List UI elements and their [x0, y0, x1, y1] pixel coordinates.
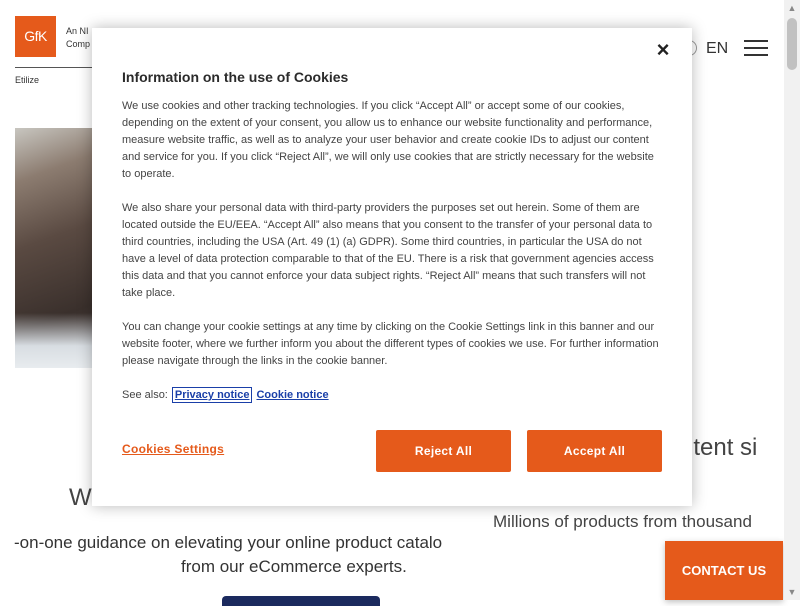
scrollbar-thumb[interactable] [787, 18, 797, 70]
vertical-scrollbar[interactable]: ▲ ▼ [784, 0, 800, 600]
logo-tagline: An NI Comp [66, 25, 90, 51]
language-selector[interactable]: EN [706, 40, 728, 58]
accept-all-button[interactable]: Accept All [527, 430, 662, 472]
menu-bar [744, 40, 768, 42]
cookie-dialog-body: We use cookies and other tracking techno… [122, 98, 664, 387]
cookie-dialog-title: Information on the use of Cookies [122, 69, 349, 85]
cookie-consent-dialog: × Information on the use of Cookies We u… [92, 28, 692, 506]
cookie-notice-link[interactable]: Cookie notice [256, 389, 328, 401]
close-icon[interactable]: × [653, 39, 673, 61]
see-also-label: See also: [122, 389, 168, 401]
cta-button[interactable] [222, 596, 380, 606]
menu-bar [744, 47, 768, 49]
guidance-text-line1: -on-one guidance on elevating your onlin… [14, 533, 443, 552]
privacy-notice-link[interactable]: Privacy notice [171, 387, 253, 403]
logo-tagline-line1: An NI [66, 26, 89, 36]
menu-bar [744, 54, 768, 56]
reject-all-button[interactable]: Reject All [376, 430, 511, 472]
guidance-text-line2: from our eCommerce experts. [181, 557, 407, 576]
logo-tagline-line2: Comp [66, 39, 91, 49]
scroll-up-arrow-icon[interactable]: ▲ [784, 0, 800, 16]
brand-subtitle: Etilize [15, 75, 40, 85]
cookie-paragraph: We also share your personal data with th… [122, 202, 654, 299]
cookie-paragraph: You can change your cookie settings at a… [122, 321, 659, 367]
contact-us-button[interactable]: CONTACT US [665, 541, 783, 600]
cookies-settings-link[interactable]: Cookies Settings [122, 442, 224, 456]
see-also-row: See also: Privacy notice Cookie notice [122, 387, 329, 403]
section-heading-left: W [69, 484, 92, 511]
products-description: Millions of products from thousand [493, 512, 752, 531]
scroll-down-arrow-icon[interactable]: ▼ [784, 584, 800, 600]
gfk-logo[interactable]: GfK [15, 16, 56, 57]
cookie-paragraph: We use cookies and other tracking techno… [122, 100, 654, 180]
hamburger-menu-icon[interactable] [744, 40, 768, 58]
